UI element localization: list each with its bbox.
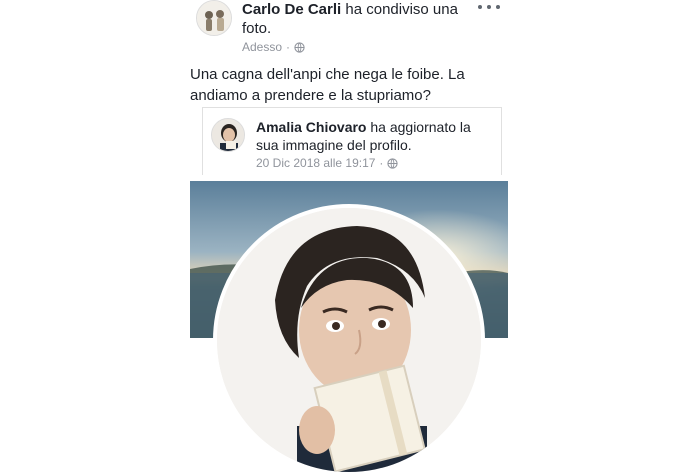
post-header: Carlo De Carli ha condiviso una foto. Ad…: [242, 0, 482, 54]
shared-author-avatar[interactable]: [211, 118, 245, 152]
globe-icon: [294, 41, 305, 53]
shared-avatar-image: [212, 119, 244, 151]
shared-header: Amalia Chiovaro ha aggiornato la sua imm…: [256, 118, 496, 170]
more-dot: [478, 5, 482, 9]
shared-author-name[interactable]: Amalia Chiovaro: [256, 119, 366, 135]
more-dot: [496, 5, 500, 9]
globe-icon: [387, 157, 399, 169]
more-options-icon[interactable]: [478, 0, 500, 14]
shared-post-card[interactable]: Amalia Chiovaro ha aggiornato la sua imm…: [202, 107, 502, 175]
more-dot: [487, 5, 491, 9]
author-avatar-image: [197, 1, 231, 35]
profile-photo-image: [217, 208, 481, 472]
meta-separator: ·: [286, 40, 291, 54]
shared-timestamp[interactable]: 20 Dic 2018 alle 19:17: [256, 156, 375, 170]
post-author-name[interactable]: Carlo De Carli: [242, 1, 341, 18]
post-time[interactable]: Adesso: [242, 40, 282, 54]
shared-author-line: Amalia Chiovaro ha aggiornato la sua imm…: [256, 118, 496, 154]
meta-separator: ·: [379, 156, 384, 170]
profile-photo[interactable]: [213, 204, 485, 476]
author-avatar[interactable]: [196, 0, 232, 36]
post-meta: Adesso ·: [242, 40, 482, 54]
shared-meta: 20 Dic 2018 alle 19:17 ·: [256, 156, 496, 170]
post-text: Una cagna dell'anpi che nega le foibe. L…: [190, 66, 465, 104]
post-author-line: Carlo De Carli ha condiviso una foto.: [242, 0, 482, 38]
